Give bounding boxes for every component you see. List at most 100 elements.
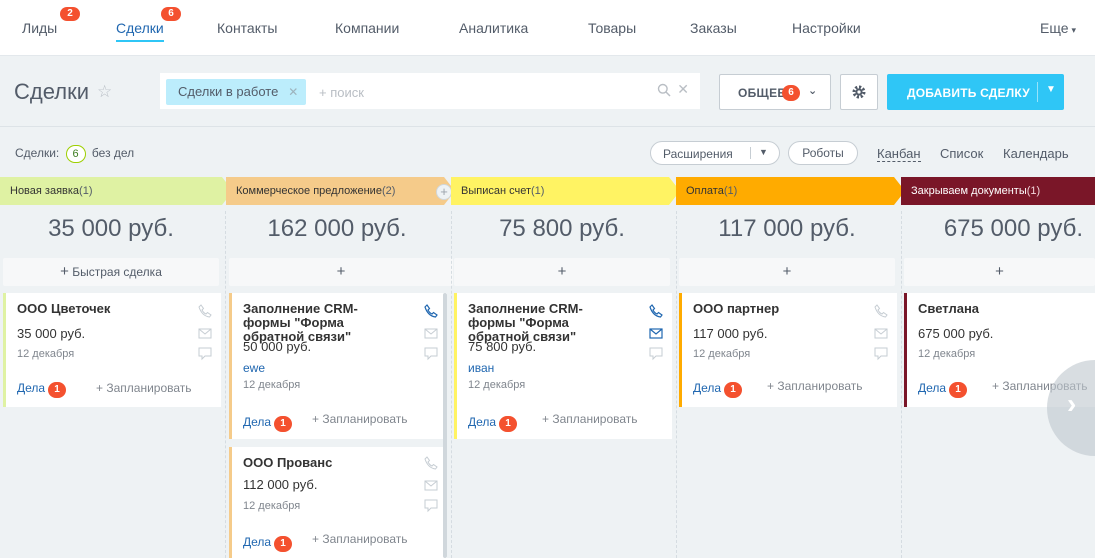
mail-icon[interactable] bbox=[873, 325, 889, 341]
stage-name: Коммерческое предложение bbox=[236, 185, 382, 197]
nav-item-leads[interactable]: Лиды 2 bbox=[22, 7, 80, 36]
deal-title[interactable]: ООО партнер bbox=[693, 302, 853, 316]
filter-search-box[interactable]: Сделки в работе ✕ ✕ bbox=[160, 73, 700, 109]
activities-link[interactable]: Дела 1 bbox=[468, 415, 518, 432]
stage-header[interactable]: Выписан счет(1) bbox=[451, 177, 680, 205]
deal-contact[interactable]: ewe bbox=[243, 361, 265, 375]
quick-add-button[interactable]: + bbox=[229, 258, 453, 286]
nav-item-orders[interactable]: Заказы bbox=[690, 20, 737, 36]
stage-header[interactable]: Оплата(1) bbox=[676, 177, 905, 205]
chat-icon[interactable] bbox=[423, 345, 439, 361]
deal-title[interactable]: Заполнение CRM-формы "Форма обратной свя… bbox=[243, 302, 403, 344]
column-total: 117 000 руб. bbox=[718, 215, 856, 242]
mail-icon[interactable] bbox=[423, 477, 439, 493]
stage-name: Новая заявка bbox=[10, 185, 80, 197]
activities-link[interactable]: Дела 1 bbox=[17, 381, 67, 398]
chevron-down-icon[interactable]: ▼ bbox=[1046, 84, 1056, 95]
deal-card[interactable]: ООО Прованс 112 000 руб. 12 декабря Дела… bbox=[229, 447, 447, 558]
top-nav: Лиды 2 Сделки 6 Контакты Компании Аналит… bbox=[0, 0, 1095, 56]
nav-label: Лиды bbox=[22, 20, 58, 36]
robots-button[interactable]: Роботы bbox=[788, 141, 858, 165]
search-input[interactable] bbox=[319, 82, 619, 102]
activities-label: Дела bbox=[243, 535, 272, 549]
mail-icon[interactable] bbox=[648, 325, 664, 341]
nav-item-more[interactable]: Еще ▾ bbox=[1040, 20, 1076, 36]
deals-count-badge[interactable]: 6 bbox=[65, 145, 86, 163]
star-icon[interactable]: ☆ bbox=[97, 82, 112, 102]
phone-icon[interactable] bbox=[197, 303, 213, 319]
mail-icon[interactable] bbox=[197, 325, 213, 341]
nav-item-settings[interactable]: Настройки bbox=[792, 20, 861, 36]
stage-header[interactable]: Новая заявка(1) bbox=[0, 177, 233, 205]
extensions-button[interactable]: Расширения ▼ bbox=[650, 141, 780, 165]
chat-icon[interactable] bbox=[197, 345, 213, 361]
nav-item-products[interactable]: Товары bbox=[588, 20, 636, 36]
nav-item-analytics[interactable]: Аналитика bbox=[459, 20, 528, 36]
phone-icon[interactable] bbox=[423, 455, 439, 471]
activities-link[interactable]: Дела 1 bbox=[693, 381, 743, 398]
plus-icon: + bbox=[557, 263, 567, 280]
plan-link[interactable]: + Запланировать bbox=[312, 532, 408, 546]
chevron-down-icon: ⌄ bbox=[808, 85, 818, 97]
close-icon[interactable]: ✕ bbox=[288, 79, 298, 105]
nav-item-companies[interactable]: Компании bbox=[335, 20, 399, 36]
plan-link[interactable]: + Запланировать bbox=[96, 381, 192, 395]
deals-count-suffix: без дел bbox=[91, 146, 135, 160]
stage-header[interactable]: Коммерческое предложение(2) bbox=[226, 177, 455, 205]
deal-date: 12 декабря bbox=[468, 379, 526, 391]
nav-label: Настройки bbox=[792, 20, 861, 36]
add-deal-button[interactable]: ДОБАВИТЬ СДЕЛКУ ▼ bbox=[887, 74, 1064, 110]
activities-link[interactable]: Дела 1 bbox=[243, 535, 293, 552]
activities-link[interactable]: Дела 1 bbox=[918, 381, 968, 398]
view-list[interactable]: Список bbox=[940, 146, 983, 161]
quick-add-button[interactable]: + Быстрая сделка bbox=[3, 258, 219, 286]
view-calendar[interactable]: Календарь bbox=[1003, 146, 1069, 161]
deal-price: 50 000 руб. bbox=[243, 339, 312, 354]
settings-button[interactable] bbox=[840, 74, 878, 110]
plan-link[interactable]: + Запланировать bbox=[312, 412, 408, 426]
chat-icon[interactable] bbox=[648, 345, 664, 361]
general-button[interactable]: ОБЩЕЕ 6 ⌄ bbox=[719, 74, 831, 110]
quick-add-button[interactable]: + bbox=[679, 258, 895, 286]
filter-chip[interactable]: Сделки в работе ✕ bbox=[166, 79, 307, 105]
nav-item-contacts[interactable]: Контакты bbox=[217, 20, 277, 36]
activities-link[interactable]: Дела 1 bbox=[243, 415, 293, 432]
kanban-subbar: Сделки: 6 без дел Расширения ▼ Роботы Ка… bbox=[0, 126, 1095, 174]
search-icon[interactable] bbox=[657, 83, 671, 97]
nav-item-deals[interactable]: Сделки 6 bbox=[116, 7, 181, 42]
deal-title[interactable]: ООО Цветочек bbox=[17, 302, 177, 316]
phone-icon[interactable] bbox=[648, 303, 664, 319]
deal-date: 12 декабря bbox=[17, 348, 75, 360]
view-kanban[interactable]: Канбан bbox=[877, 146, 921, 162]
deal-card[interactable]: ООО партнер 117 000 руб. 12 декабря Дела… bbox=[679, 293, 897, 407]
extensions-label: Расширения bbox=[663, 147, 733, 161]
chevron-down-icon[interactable]: ▼ bbox=[759, 147, 768, 157]
deal-card[interactable]: Заполнение CRM-формы "Форма обратной свя… bbox=[454, 293, 672, 439]
clear-icon[interactable]: ✕ bbox=[677, 81, 689, 98]
quick-add-button[interactable]: + bbox=[904, 258, 1095, 286]
plan-link[interactable]: + Запланировать bbox=[542, 412, 638, 426]
quick-add-button[interactable]: + bbox=[454, 258, 670, 286]
chat-icon[interactable] bbox=[423, 497, 439, 513]
mail-icon[interactable] bbox=[423, 325, 439, 341]
deal-card[interactable]: ООО Цветочек 35 000 руб. 12 декабря Дела… bbox=[3, 293, 221, 407]
add-stage-icon[interactable]: + bbox=[436, 184, 452, 200]
plan-link[interactable]: + Запланировать bbox=[767, 379, 863, 393]
column-total: 75 800 руб. bbox=[499, 215, 625, 242]
column-total: 162 000 руб. bbox=[267, 215, 407, 242]
deal-date: 12 декабря bbox=[918, 348, 976, 360]
stage-header[interactable]: Закрываем документы(1) bbox=[901, 177, 1095, 205]
phone-icon[interactable] bbox=[423, 303, 439, 319]
deal-title[interactable]: Светлана bbox=[918, 302, 1078, 316]
deal-contact[interactable]: иван bbox=[468, 361, 494, 375]
deal-title[interactable]: ООО Прованс bbox=[243, 456, 403, 470]
activities-counter: 1 bbox=[724, 382, 743, 398]
column-scrollbar[interactable] bbox=[443, 293, 447, 558]
stage-count: (1) bbox=[723, 185, 738, 197]
activities-label: Дела bbox=[17, 381, 46, 395]
plus-icon: + bbox=[995, 263, 1004, 280]
chat-icon[interactable] bbox=[873, 345, 889, 361]
deal-card[interactable]: Заполнение CRM-формы "Форма обратной свя… bbox=[229, 293, 447, 439]
phone-icon[interactable] bbox=[873, 303, 889, 319]
deal-title[interactable]: Заполнение CRM-формы "Форма обратной свя… bbox=[468, 302, 628, 344]
